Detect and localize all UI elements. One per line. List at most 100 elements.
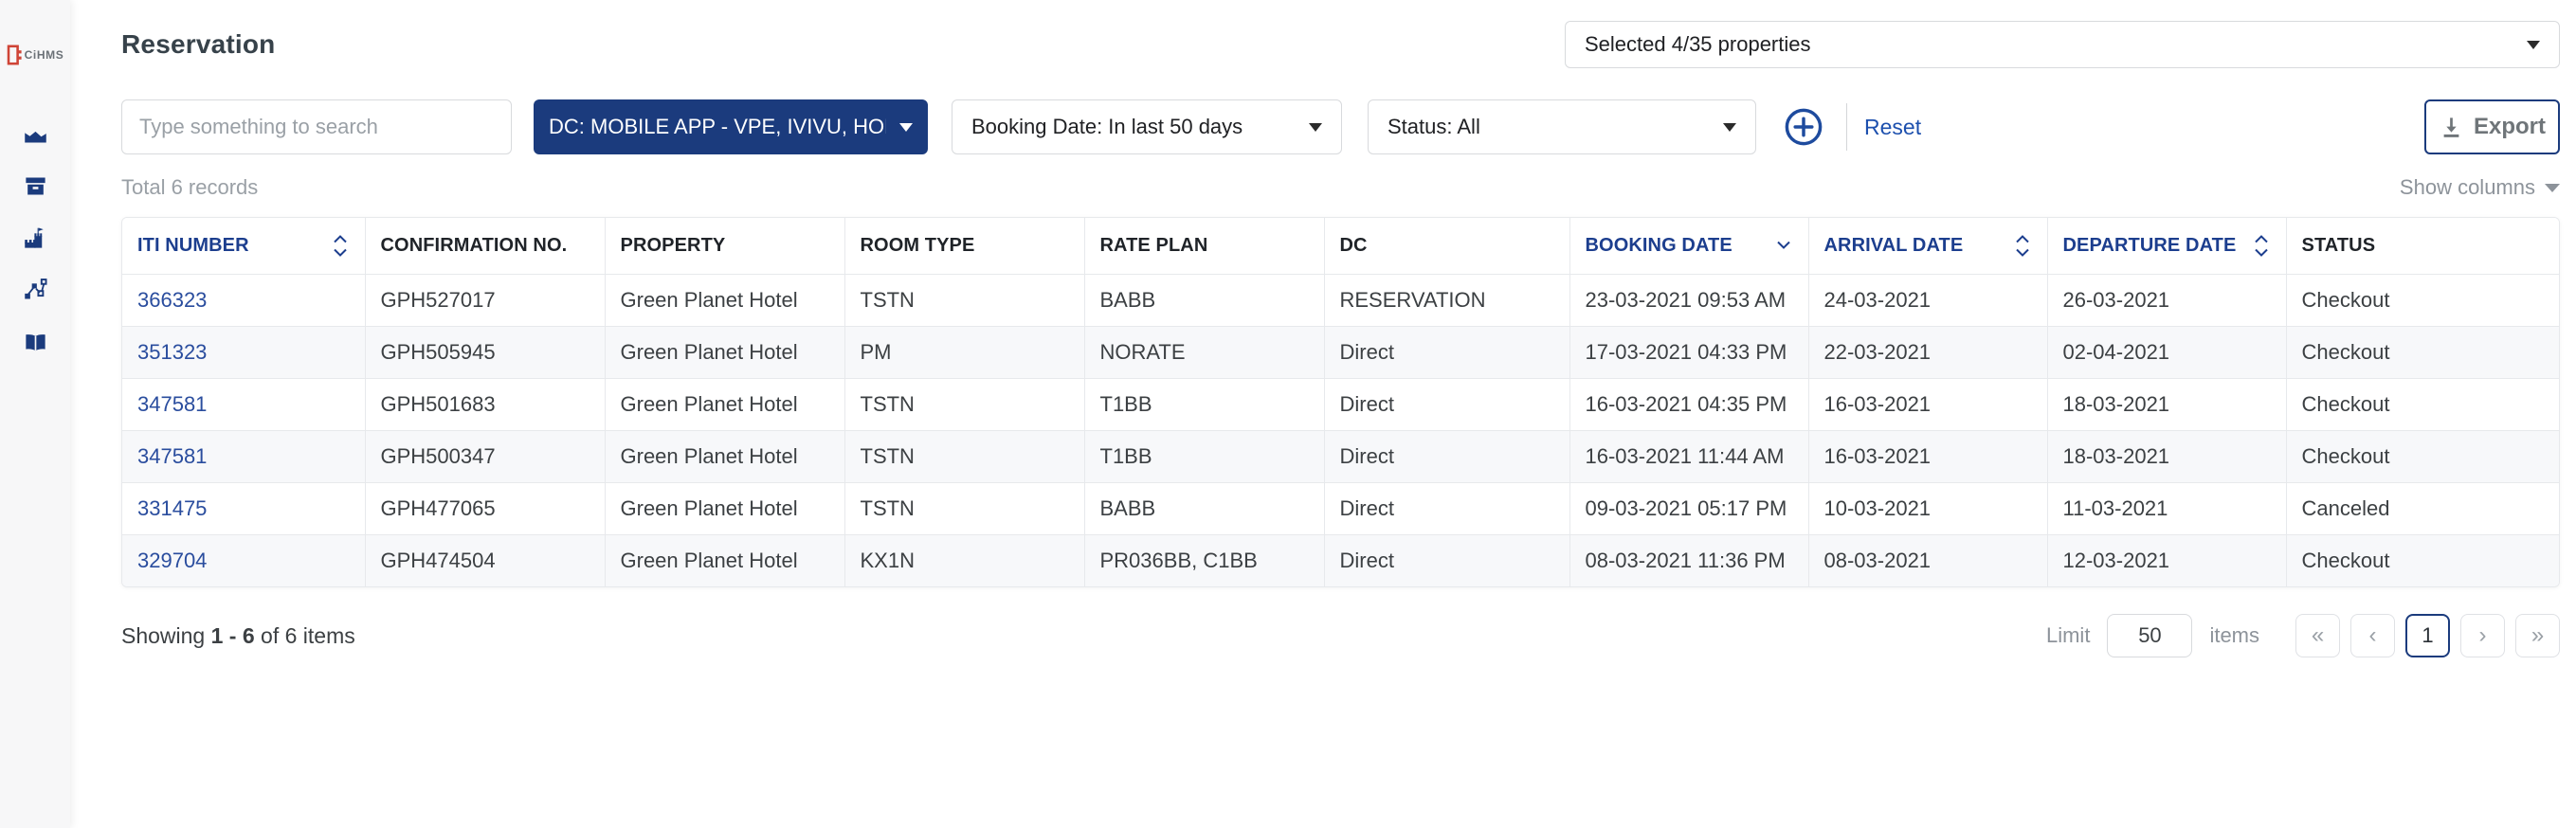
property-cell: Green Planet Hotel xyxy=(605,377,845,430)
departure-date-cell: 18-03-2021 xyxy=(2047,429,2287,482)
column-label: PROPERTY xyxy=(620,234,726,256)
confirmation-no-cell: GPH500347 xyxy=(365,429,606,482)
iti-number-link[interactable]: 366323 xyxy=(137,288,207,312)
dc-cell: Direct xyxy=(1324,429,1570,482)
limit-label: Limit xyxy=(2045,623,2091,647)
iti-number-link[interactable]: 329704 xyxy=(137,549,207,572)
dc-filter-dropdown[interactable]: DC: MOBILE APP - VPE, IVIVU, HON... xyxy=(534,99,928,154)
dc-cell: Direct xyxy=(1324,325,1570,378)
status-filter-dropdown[interactable]: Status: All xyxy=(1368,99,1756,154)
next-page-button[interactable]: › xyxy=(2460,614,2505,657)
room-type-cell: TSTN xyxy=(844,481,1085,534)
arrival-date-cell: 24-03-2021 xyxy=(1808,273,2048,326)
status-filter-value: Status: All xyxy=(1388,115,1480,138)
departure-date-cell: 26-03-2021 xyxy=(2047,273,2287,326)
column-header-iti-number[interactable]: ITI NUMBER xyxy=(122,218,366,275)
download-icon xyxy=(2443,117,2459,137)
property-selector-value: Selected 4/35 properties xyxy=(1585,32,1811,56)
chevron-down-icon xyxy=(2527,40,2540,49)
confirmation-no-cell: GPH527017 xyxy=(365,273,606,326)
sidebar-item-reservations[interactable] xyxy=(0,316,70,369)
iti-number-link[interactable]: 347581 xyxy=(137,392,207,416)
search-input[interactable] xyxy=(121,99,512,154)
property-cell: Green Planet Hotel xyxy=(605,429,845,482)
showing-range: 1 - 6 xyxy=(210,622,255,648)
booking-date-cell: 16-03-2021 04:35 PM xyxy=(1569,377,1809,430)
column-label: DC xyxy=(1339,234,1368,256)
status-cell: Checkout xyxy=(2286,377,2559,430)
rate-plan-cell: PR036BB, C1BB xyxy=(1084,533,1325,586)
iti-number-link[interactable]: 351323 xyxy=(137,340,207,364)
chevron-down-icon xyxy=(2545,183,2560,192)
last-page-button[interactable]: » xyxy=(2515,614,2560,657)
iti-number-cell: 347581 xyxy=(122,429,366,482)
first-page-button[interactable]: « xyxy=(2295,614,2340,657)
column-header-booking-date[interactable]: BOOKING DATE xyxy=(1569,218,1809,275)
column-header-arrival-date[interactable]: ARRIVAL DATE xyxy=(1808,218,2048,275)
current-page-button[interactable]: 1 xyxy=(2405,614,2450,657)
iti-number-link[interactable]: 331475 xyxy=(137,496,207,520)
meta-row: Total 6 records Show columns xyxy=(121,175,2560,200)
show-columns-button[interactable]: Show columns xyxy=(2400,175,2560,200)
status-cell: Checkout xyxy=(2286,325,2559,378)
table-row: 351323 GPH505945 Green Planet Hotel PM NORAT… xyxy=(122,325,2559,378)
sort-icon xyxy=(2015,234,2030,258)
add-filter-button[interactable] xyxy=(1782,105,1825,149)
chevron-down-icon xyxy=(1309,122,1322,132)
reset-button[interactable]: Reset xyxy=(1864,115,1921,140)
status-cell: Checkout xyxy=(2286,273,2559,326)
showing-suffix: of 6 items xyxy=(261,622,355,648)
limit-input[interactable] xyxy=(2107,614,2193,657)
confirmation-no-cell: GPH477065 xyxy=(365,481,606,534)
column-header-departure-date[interactable]: DEPARTURE DATE xyxy=(2047,218,2287,275)
sort-desc-icon xyxy=(1776,241,1791,250)
route-chart-icon xyxy=(23,278,48,303)
property-selector-dropdown[interactable]: Selected 4/35 properties xyxy=(1565,21,2560,68)
chevron-down-icon xyxy=(1723,122,1736,132)
open-book-icon xyxy=(23,330,48,355)
table-row: 329704 GPH474504 Green Planet Hotel KX1N PR0… xyxy=(122,533,2559,586)
table-header-row: ITI NUMBER CONFIRMATION NO. PROPERTY ROOM T… xyxy=(122,218,2559,275)
departure-date-cell: 12-03-2021 xyxy=(2047,533,2287,586)
rate-plan-cell: T1BB xyxy=(1084,429,1325,482)
export-button[interactable]: Export xyxy=(2424,99,2560,154)
booking-date-cell: 16-03-2021 11:44 AM xyxy=(1569,429,1809,482)
room-type-cell: TSTN xyxy=(844,429,1085,482)
sidebar-nav xyxy=(0,108,70,369)
table-footer: Showing 1 - 6 of 6 items Limit items « ‹… xyxy=(121,614,2560,657)
column-label: BOOKING DATE xyxy=(1585,234,1732,256)
table-row: 366323 GPH527017 Green Planet Hotel TSTN BAB… xyxy=(122,273,2559,326)
column-label: ROOM TYPE xyxy=(860,234,975,256)
confirmation-no-cell: GPH501683 xyxy=(365,377,606,430)
iti-number-link[interactable]: 347581 xyxy=(137,444,207,468)
property-cell: Green Planet Hotel xyxy=(605,533,845,586)
arrival-date-cell: 08-03-2021 xyxy=(1808,533,2048,586)
sidebar-item-property[interactable] xyxy=(0,212,70,264)
cihms-door-icon xyxy=(7,45,22,65)
sidebar-item-inventory[interactable] xyxy=(0,160,70,212)
table-row: 331475 GPH477065 Green Planet Hotel TSTN BAB… xyxy=(122,481,2559,534)
sidebar-item-analytics[interactable] xyxy=(0,108,70,160)
app-root: CiHMS Reservation Selected 4/35 properti… xyxy=(0,0,2576,828)
column-label: CONFIRMATION NO. xyxy=(380,234,568,256)
iti-number-cell: 351323 xyxy=(122,325,366,378)
dc-cell: Direct xyxy=(1324,533,1570,586)
status-cell: Checkout xyxy=(2286,533,2559,586)
brand-logo[interactable]: CiHMS xyxy=(0,44,70,66)
arrival-date-cell: 10-03-2021 xyxy=(1808,481,2048,534)
arrival-date-cell: 16-03-2021 xyxy=(1808,377,2048,430)
column-label: STATUS xyxy=(2301,234,2376,256)
room-type-cell: TSTN xyxy=(844,273,1085,326)
area-chart-icon xyxy=(23,121,48,147)
column-label: DEPARTURE DATE xyxy=(2062,234,2237,256)
sidebar-item-channels[interactable] xyxy=(0,264,70,316)
pagination: Limit items « ‹ 1 › » xyxy=(2046,614,2560,657)
arrival-date-cell: 16-03-2021 xyxy=(1808,429,2048,482)
confirmation-no-cell: GPH474504 xyxy=(365,533,606,586)
prev-page-button[interactable]: ‹ xyxy=(2350,614,2395,657)
main-content: Reservation Selected 4/35 properties DC:… xyxy=(70,0,2576,828)
column-header-confirmation-no: CONFIRMATION NO. xyxy=(365,218,606,275)
archive-box-icon xyxy=(23,173,48,199)
status-cell: Checkout xyxy=(2286,429,2559,482)
booking-date-filter-dropdown[interactable]: Booking Date: In last 50 days xyxy=(952,99,1342,154)
